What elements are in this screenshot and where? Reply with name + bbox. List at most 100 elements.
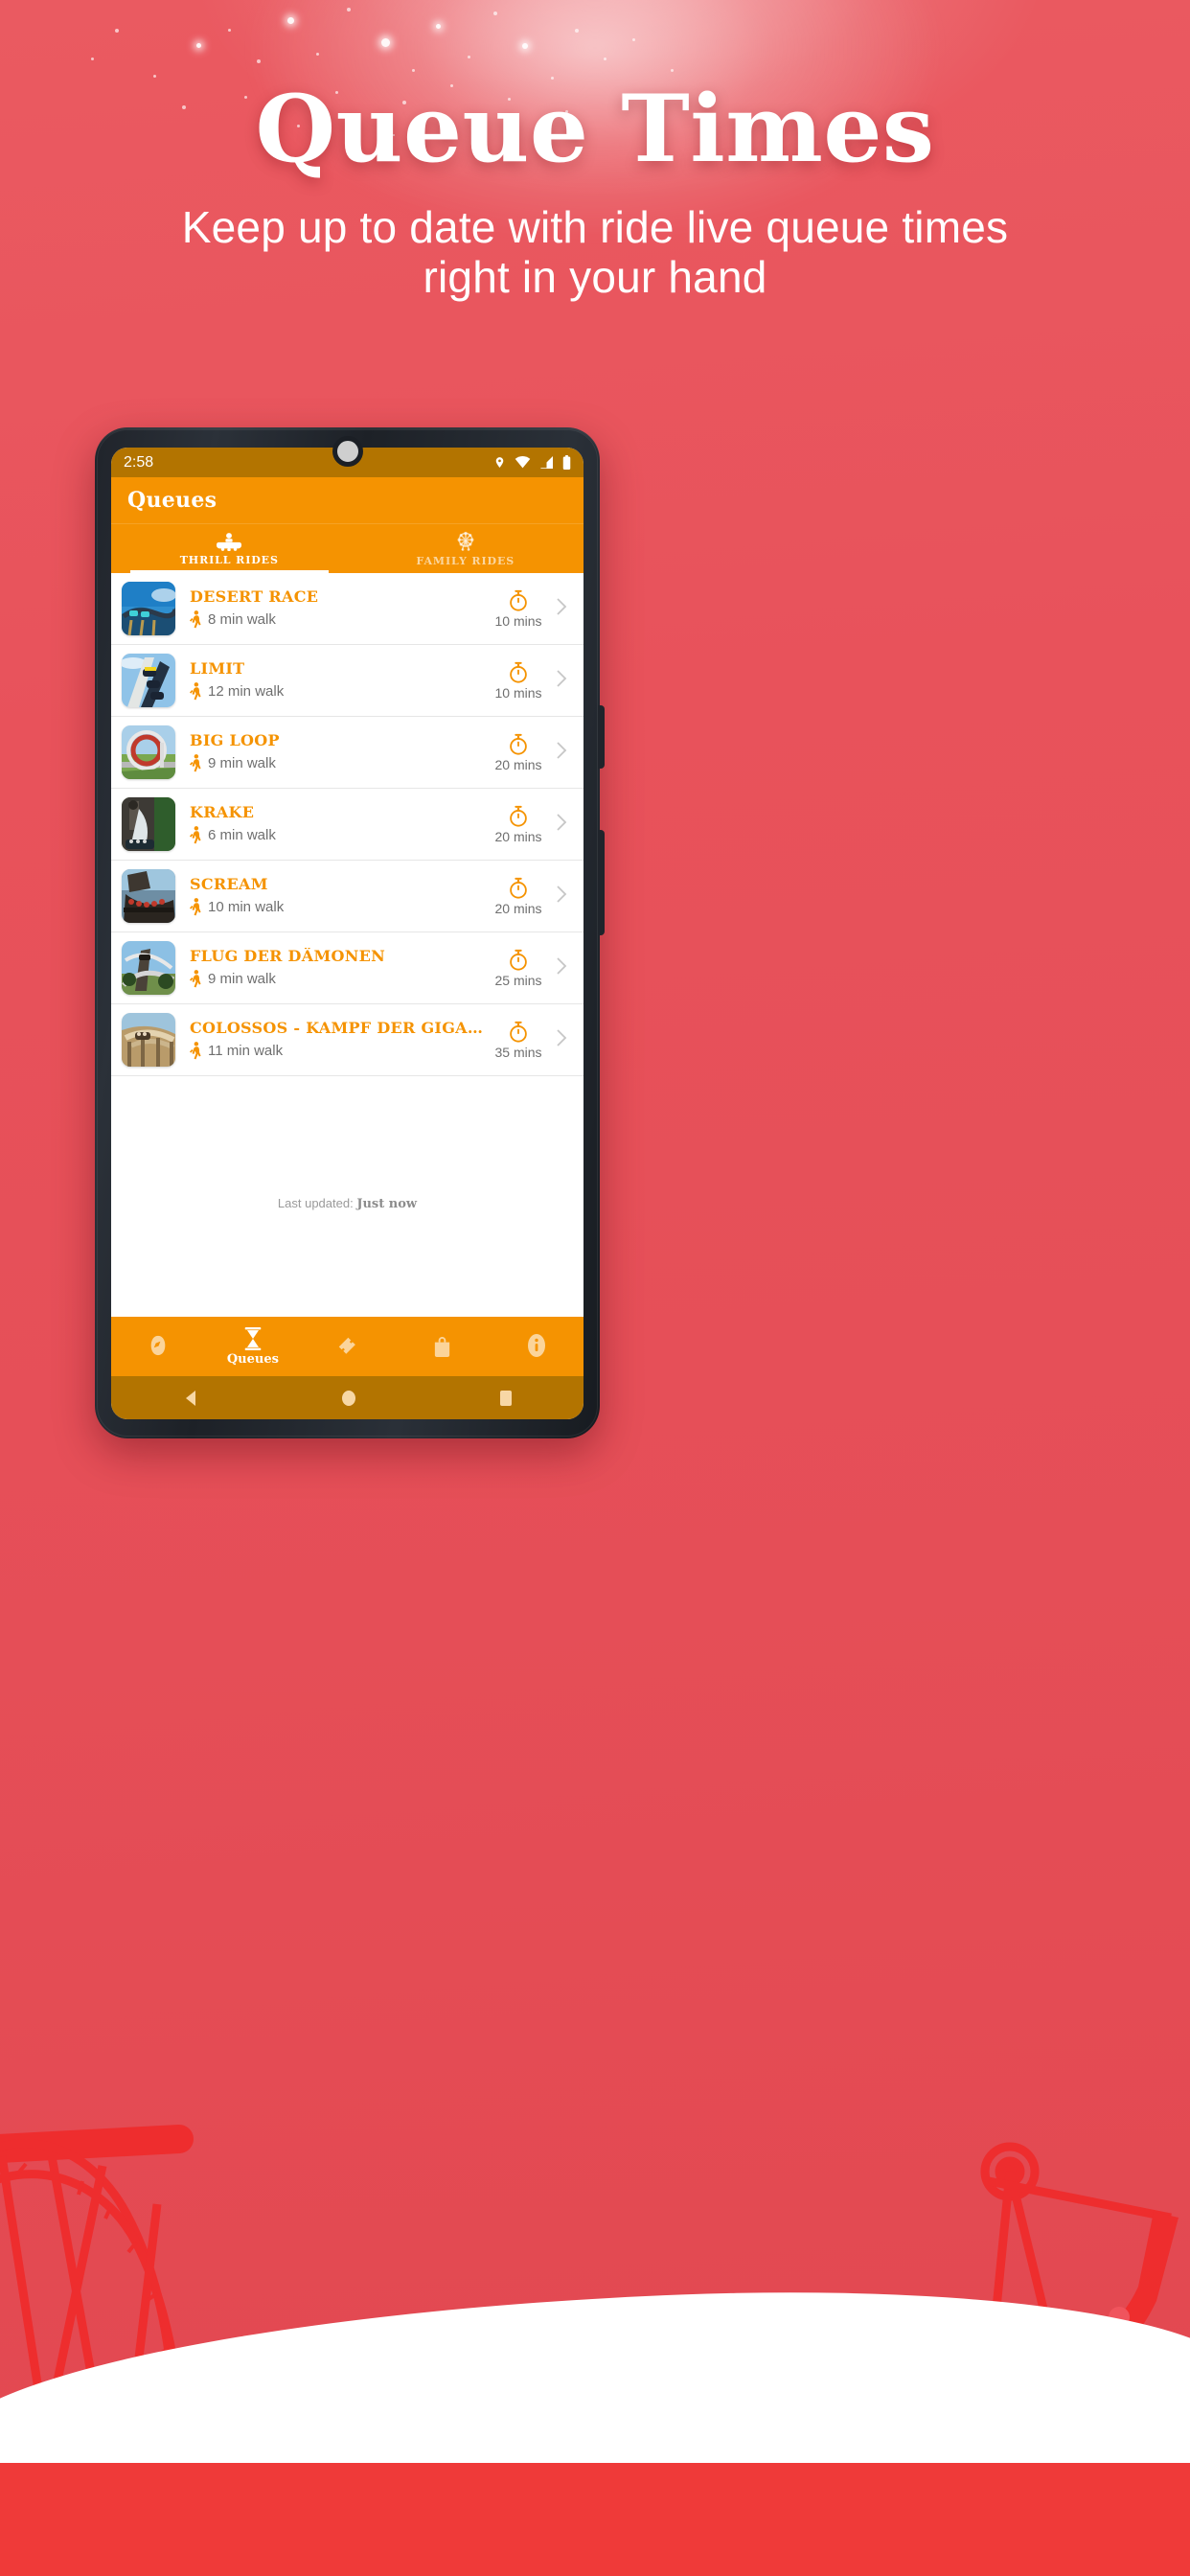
chevron-right-icon — [557, 956, 567, 975]
ride-info: COLOSSOS - KAMPF DER GIGANTEN 11 min walk — [175, 1020, 489, 1060]
stopwatch-icon — [510, 589, 527, 611]
sparkle — [632, 38, 635, 41]
ride-thumbnail — [122, 797, 175, 851]
tab-bar: THRILL RIDES FAMILY RIDES — [111, 523, 584, 573]
status-bar-time: 2:58 — [124, 453, 154, 471]
ride-info: LIMIT 12 min walk — [175, 660, 489, 701]
wifi-icon — [515, 456, 531, 469]
last-updated-text: Last updated: Just now — [111, 1182, 584, 1211]
ride-chevron[interactable] — [556, 669, 571, 693]
ride-walk-time: 9 min walk — [190, 969, 489, 988]
back-icon[interactable] — [181, 1389, 200, 1408]
sparkle — [347, 8, 351, 12]
last-updated-value: Just now — [356, 1196, 418, 1211]
phone-power-button — [598, 705, 605, 769]
ride-row[interactable]: DESERT RACE 8 min walk 10 mins — [111, 573, 584, 645]
ride-row[interactable]: COLOSSOS - KAMPF DER GIGANTEN 11 min walk… — [111, 1004, 584, 1076]
walking-person-icon — [190, 897, 201, 916]
nav-item-info[interactable] — [489, 1334, 584, 1359]
sparkle — [522, 43, 528, 49]
sparkle — [91, 58, 94, 60]
nav-item-queues[interactable]: Queues — [206, 1326, 301, 1367]
ride-info: KRAKE 6 min walk — [175, 804, 489, 844]
ride-name: COLOSSOS - KAMPF DER GIGANTEN — [190, 1020, 489, 1038]
home-icon[interactable] — [340, 1389, 357, 1408]
walking-person-icon — [190, 681, 201, 701]
ride-name: FLUG DER DÄMONEN — [190, 948, 386, 966]
ride-list: DESERT RACE 8 min walk 10 mins LIMIT 12 min … — [111, 573, 584, 1183]
ride-chevron[interactable] — [556, 885, 571, 908]
page-subtitle: Keep up to date with ride live queue tim… — [181, 202, 1009, 302]
nav-item-shop[interactable] — [395, 1335, 490, 1359]
tab-family-rides-label: FAMILY RIDES — [416, 554, 515, 567]
sparkle — [575, 29, 579, 33]
sparkle — [287, 17, 294, 24]
ride-walk-label: 8 min walk — [208, 610, 276, 628]
ride-thumbnail — [122, 654, 175, 707]
ride-row[interactable]: BIG LOOP 9 min walk 20 mins — [111, 717, 584, 789]
walking-person-icon — [190, 969, 201, 988]
nav-item-tickets[interactable] — [300, 1335, 395, 1358]
bottom-navigation: Queues — [111, 1317, 584, 1376]
phone-mockup: 2:58 Queues THRILL RIDES FAMILY RIDES DE… — [95, 427, 605, 1438]
ride-queue-time: 10 mins — [489, 589, 548, 629]
ride-chevron[interactable] — [556, 741, 571, 765]
ride-walk-label: 10 min walk — [208, 898, 285, 915]
ride-walk-time: 11 min walk — [190, 1041, 489, 1060]
ride-thumbnail — [122, 725, 175, 779]
signal-icon — [540, 456, 553, 469]
last-updated-label: Last updated: — [277, 1195, 354, 1210]
phone-screen: 2:58 Queues THRILL RIDES FAMILY RIDES DE… — [111, 448, 584, 1419]
sparkle — [671, 69, 674, 72]
ride-chevron[interactable] — [556, 956, 571, 980]
info-icon — [527, 1334, 545, 1357]
tab-thrill-rides[interactable]: THRILL RIDES — [111, 524, 348, 573]
walking-person-icon — [190, 825, 201, 844]
stopwatch-icon — [510, 1021, 527, 1043]
ride-chevron[interactable] — [556, 597, 571, 621]
ferris-wheel-icon — [457, 531, 474, 551]
shop-bag-icon — [434, 1336, 449, 1357]
hourglass-icon — [244, 1326, 262, 1350]
ride-name: SCREAM — [190, 876, 268, 894]
sparkle — [196, 43, 201, 48]
sparkle — [115, 29, 119, 33]
chevron-right-icon — [557, 813, 567, 831]
ride-row[interactable]: SCREAM 10 min walk 20 mins — [111, 861, 584, 932]
nav-item-queues-label: Queues — [226, 1351, 279, 1367]
ride-row[interactable]: LIMIT 12 min walk 10 mins — [111, 645, 584, 717]
ride-chevron[interactable] — [556, 813, 571, 837]
ride-queue-label: 20 mins — [494, 900, 542, 916]
ride-queue-time: 20 mins — [489, 805, 548, 844]
ride-walk-time: 9 min walk — [190, 753, 489, 772]
ride-name: BIG LOOP — [190, 732, 280, 750]
tab-thrill-rides-label: THRILL RIDES — [179, 553, 279, 566]
ride-walk-time: 6 min walk — [190, 825, 489, 844]
sparkle — [436, 24, 441, 29]
ride-row[interactable]: FLUG DER DÄMONEN 9 min walk 25 mins — [111, 932, 584, 1004]
ride-queue-label: 10 mins — [494, 684, 542, 701]
ride-queue-time: 35 mins — [489, 1021, 548, 1060]
ride-row[interactable]: KRAKE 6 min walk 20 mins — [111, 789, 584, 861]
ride-info: DESERT RACE 8 min walk — [175, 588, 489, 629]
ride-queue-label: 20 mins — [494, 756, 542, 772]
walking-person-icon — [190, 753, 201, 772]
sparkle — [381, 38, 390, 47]
ride-name: LIMIT — [190, 660, 245, 678]
ride-chevron[interactable] — [556, 1028, 571, 1052]
ride-name: KRAKE — [190, 804, 255, 822]
ride-name: DESERT RACE — [190, 588, 319, 607]
nav-item-explore[interactable] — [111, 1335, 206, 1358]
app-bar-title: Queues — [127, 488, 217, 513]
walking-person-icon — [190, 610, 201, 629]
ride-walk-label: 6 min walk — [208, 826, 276, 843]
chevron-right-icon — [557, 1028, 567, 1046]
ride-walk-label: 12 min walk — [208, 682, 285, 700]
chevron-right-icon — [557, 597, 567, 615]
tab-family-rides[interactable]: FAMILY RIDES — [348, 524, 584, 573]
chevron-right-icon — [557, 885, 567, 903]
stopwatch-icon — [510, 805, 527, 827]
recents-icon[interactable] — [498, 1389, 514, 1408]
android-navigation-bar — [111, 1376, 584, 1419]
battery-icon — [562, 455, 571, 470]
